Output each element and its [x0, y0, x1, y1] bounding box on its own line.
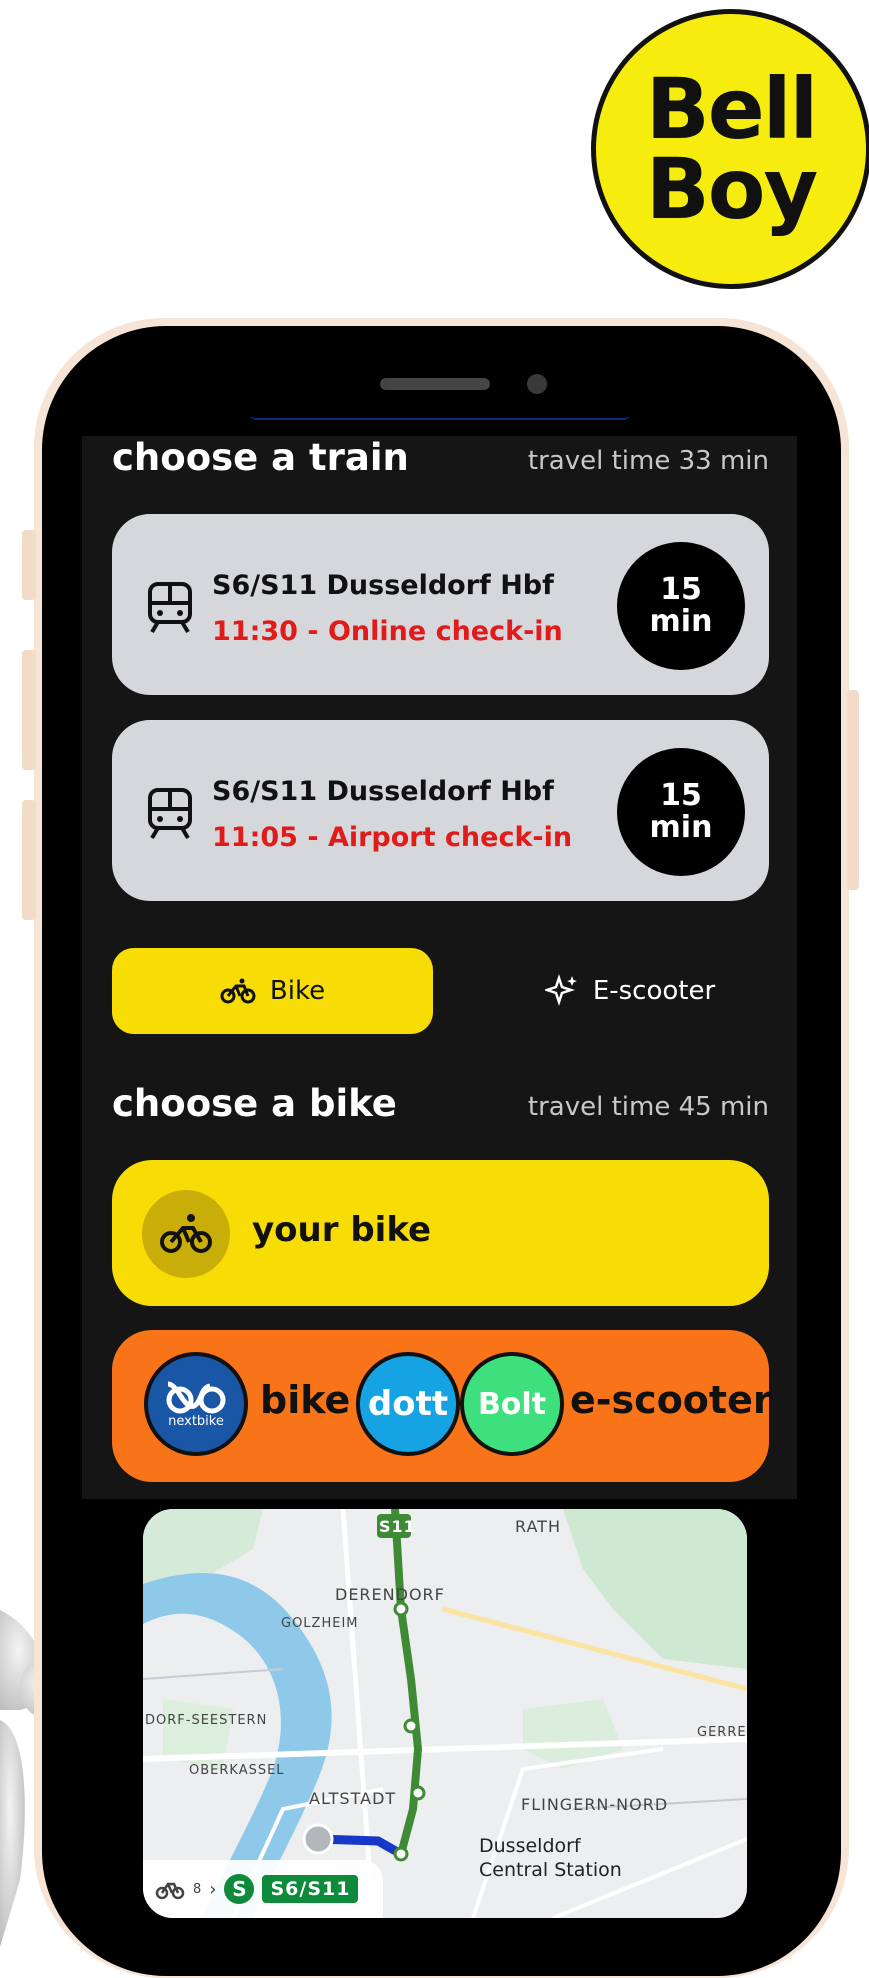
tab-e-scooter[interactable]: E-scooter: [500, 948, 760, 1034]
map-line-badge: S11: [379, 1517, 416, 1536]
nextbike-bike-icon: [166, 1381, 226, 1413]
nextbike-logo-text: nextbike: [168, 1413, 224, 1429]
train-icon: [148, 582, 192, 634]
dott-logo-text: dott: [367, 1384, 449, 1424]
bike-icon: [155, 1882, 185, 1900]
bellboy-logo: Bell Boy: [591, 9, 869, 289]
train-name: S6/S11 Dusseldorf Hbf: [212, 776, 554, 807]
e-scooter-share-label: e-scooter: [570, 1378, 772, 1422]
duration-unit: min: [649, 604, 713, 639]
nextbike-logo: nextbike: [144, 1352, 248, 1456]
map-label-altstadt: ALTSTADT: [309, 1789, 397, 1808]
map-label-gerre: GERRE: [697, 1725, 747, 1740]
phone-side-button: [22, 650, 36, 770]
phone-camera: [527, 374, 547, 394]
map-route-summary: 8 › S S6/S11: [143, 1860, 383, 1918]
notch-edge: [250, 412, 630, 420]
duration-badge: 15 min: [617, 542, 745, 670]
logo-line-1: Bell: [645, 60, 819, 158]
duration-unit: min: [649, 810, 713, 845]
tab-e-scooter-label: E-scooter: [592, 976, 716, 1006]
train-icon: [148, 788, 192, 840]
tab-bike[interactable]: Bike: [112, 948, 433, 1034]
bolt-logo: Bolt: [460, 1352, 564, 1456]
bike-icon: [220, 978, 256, 1004]
bike-section-title: choose a bike: [112, 1082, 397, 1125]
train-option-card[interactable]: S6/S11 Dusseldorf Hbf 11:30 - Online che…: [112, 514, 769, 695]
phone-side-button: [22, 530, 36, 600]
line-tag: S6/S11: [262, 1875, 359, 1903]
map-label-golzheim: GOLZHEIM: [281, 1616, 359, 1631]
train-travel-time: travel time 33 min: [527, 446, 769, 476]
train-option-card[interactable]: S6/S11 Dusseldorf Hbf 11:05 - Airport ch…: [112, 720, 769, 901]
map-label-flingern-nord: FLINGERN-NORD: [521, 1795, 669, 1814]
train-name: S6/S11 Dusseldorf Hbf: [212, 570, 554, 601]
bike-travel-time: travel time 45 min: [527, 1092, 769, 1122]
your-bike-option[interactable]: your bike: [112, 1160, 769, 1306]
phone-side-button: [22, 800, 36, 920]
map-label-derendorf: DERENDORF: [335, 1585, 445, 1604]
map-label-dorf-seestern: DORF-SEESTERN: [145, 1713, 268, 1728]
sparkle-icon: [544, 974, 577, 1006]
phone-speaker: [380, 378, 490, 390]
s-bahn-logo: S: [224, 1874, 255, 1904]
duration-value: 15: [660, 572, 702, 607]
map-label-rath: RATH: [515, 1517, 561, 1536]
map-label-station-sub: Central Station: [479, 1859, 622, 1881]
map-label-oberkassel: OBERKASSEL: [189, 1763, 285, 1778]
phone-power-button: [847, 690, 859, 890]
tab-bike-label: Bike: [269, 976, 326, 1006]
map-label-station: Dusseldorf: [479, 1835, 581, 1857]
duration-value: 15: [660, 778, 702, 813]
bike-share-label: bike: [260, 1378, 351, 1422]
route-map[interactable]: S11 RATH DERENDORF GOLZHEIM DORF-SEESTER…: [143, 1509, 747, 1918]
train-section-title: choose a train: [112, 436, 409, 479]
your-bike-label: your bike: [252, 1210, 432, 1250]
train-departure: 11:30 - Online check-in: [212, 616, 563, 647]
shared-mobility-option[interactable]: nextbike bike dott Bolt e-scooter: [112, 1330, 772, 1482]
bolt-logo-text: Bolt: [477, 1386, 547, 1422]
train-departure: 11:05 - Airport check-in: [212, 822, 573, 853]
duration-badge: 15 min: [617, 748, 745, 876]
bike-count: 8: [193, 1881, 202, 1897]
chevron-right-icon: ›: [209, 1878, 217, 1900]
logo-line-2: Boy: [645, 140, 818, 238]
dott-logo: dott: [356, 1352, 460, 1456]
bike-icon: [142, 1190, 230, 1278]
